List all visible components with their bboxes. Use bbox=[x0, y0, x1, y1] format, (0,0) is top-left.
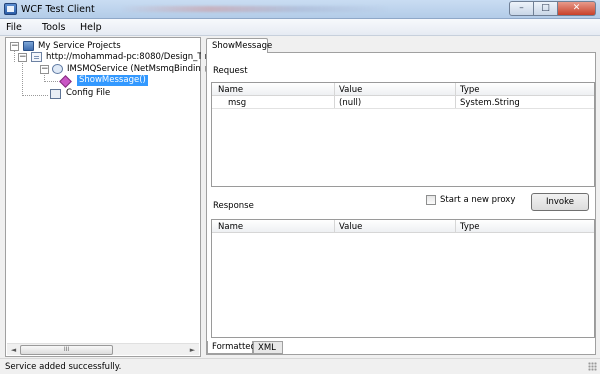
invoke-button[interactable]: Invoke bbox=[531, 193, 589, 211]
title-bar: WCF Test Client – □ ✕ bbox=[0, 0, 600, 19]
param-value[interactable]: (null) bbox=[339, 98, 361, 108]
request-grid-header: Name Value Type bbox=[212, 83, 594, 96]
service-icon bbox=[52, 64, 63, 74]
column-separator bbox=[334, 220, 335, 233]
tree-endpoint[interactable]: http://mohammad-pc:8080/Design_Time_ bbox=[46, 52, 222, 63]
request-label: Request bbox=[213, 66, 248, 76]
scroll-left-icon[interactable]: ◄ bbox=[8, 345, 19, 355]
column-header-value[interactable]: Value bbox=[339, 85, 362, 95]
table-row[interactable]: msg (null) System.String bbox=[212, 97, 594, 109]
tree-config-file[interactable]: Config File bbox=[66, 88, 110, 99]
collapse-icon[interactable]: − bbox=[10, 42, 19, 51]
response-label: Response bbox=[213, 201, 254, 211]
menu-tools[interactable]: Tools bbox=[42, 22, 65, 33]
tree-operation[interactable]: ShowMessage() bbox=[77, 75, 148, 86]
operation-icon bbox=[59, 75, 72, 88]
column-header-type[interactable]: Type bbox=[460, 222, 480, 232]
column-header-name[interactable]: Name bbox=[218, 222, 243, 232]
config-file-icon bbox=[50, 89, 61, 99]
param-type: System.String bbox=[460, 98, 520, 108]
resize-grip-icon[interactable] bbox=[588, 362, 597, 371]
menu-file[interactable]: File bbox=[6, 22, 22, 33]
tree-root[interactable]: My Service Projects bbox=[38, 41, 121, 52]
status-bar: Service added successfully. bbox=[0, 358, 600, 374]
tab-formatted[interactable]: Formatted bbox=[207, 341, 256, 354]
param-name: msg bbox=[228, 98, 247, 108]
maximize-button[interactable]: □ bbox=[534, 1, 558, 16]
pane-splitter[interactable] bbox=[201, 37, 205, 357]
column-header-name[interactable]: Name bbox=[218, 85, 243, 95]
window-title: WCF Test Client bbox=[21, 4, 95, 15]
close-button[interactable]: ✕ bbox=[558, 1, 596, 16]
response-grid-header: Name Value Type bbox=[212, 220, 594, 233]
tree-connector bbox=[22, 60, 23, 96]
column-header-value[interactable]: Value bbox=[339, 222, 362, 232]
tree-horizontal-scrollbar[interactable]: ◄ III ► bbox=[7, 343, 199, 355]
new-proxy-checkbox[interactable] bbox=[426, 195, 436, 205]
request-grid[interactable]: Name Value Type msg (null) System.String bbox=[211, 82, 595, 187]
status-text: Service added successfully. bbox=[5, 362, 122, 372]
menu-bar: File Tools Help bbox=[0, 19, 600, 36]
tree-connector bbox=[44, 81, 58, 82]
tree-connector bbox=[22, 95, 48, 96]
title-bar-blur bbox=[120, 6, 390, 12]
tab-xml[interactable]: XML bbox=[253, 341, 283, 354]
collapse-icon[interactable]: − bbox=[18, 53, 27, 62]
new-proxy-label: Start a new proxy bbox=[440, 195, 516, 205]
column-separator bbox=[455, 220, 456, 233]
endpoint-icon bbox=[31, 52, 42, 62]
menu-help[interactable]: Help bbox=[80, 22, 102, 33]
collapse-icon[interactable]: − bbox=[40, 65, 49, 74]
response-grid[interactable]: Name Value Type bbox=[211, 219, 595, 338]
column-header-type[interactable]: Type bbox=[460, 85, 480, 95]
scroll-right-icon[interactable]: ► bbox=[187, 345, 198, 355]
app-icon bbox=[4, 3, 17, 15]
projects-icon bbox=[23, 41, 34, 51]
scroll-thumb[interactable]: III bbox=[20, 345, 113, 355]
service-tree[interactable]: − My Service Projects − http://mohammad-… bbox=[5, 37, 226, 357]
minimize-button[interactable]: – bbox=[509, 1, 534, 16]
tab-showmessage[interactable]: ShowMessage bbox=[206, 38, 272, 53]
tree-connector bbox=[14, 50, 15, 62]
